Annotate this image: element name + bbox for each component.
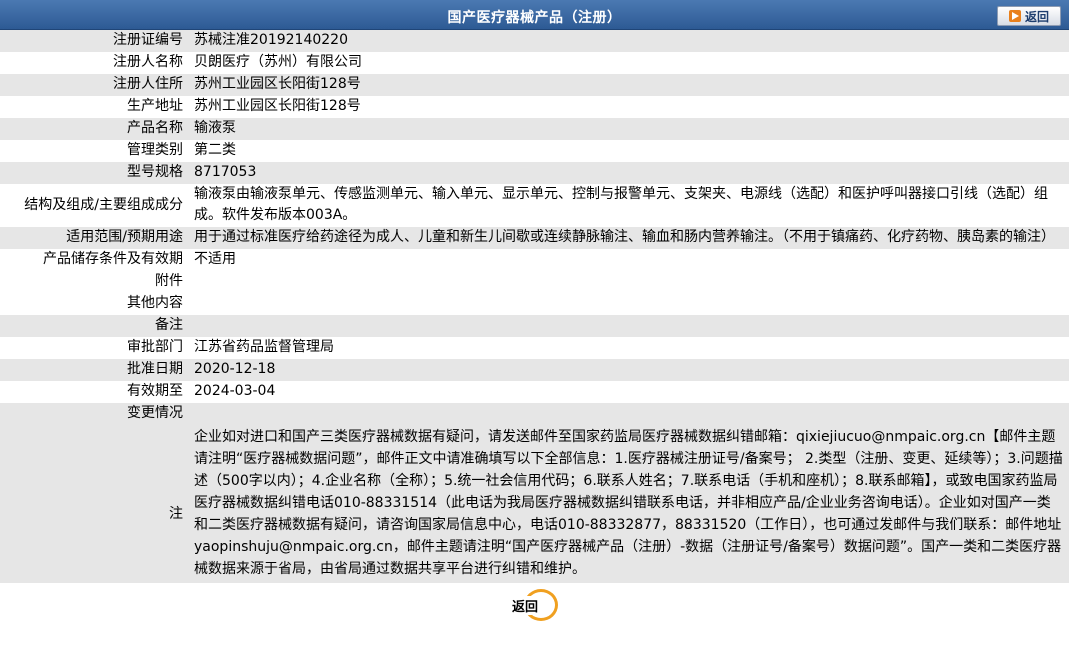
field-value [189, 315, 1069, 337]
field-value: 苏州工业园区长阳街128号 [189, 96, 1069, 118]
notice-label: 注 [169, 506, 183, 522]
field-value: 8717053 [189, 162, 1069, 184]
field-label: 产品储存条件及有效期 [0, 249, 189, 271]
table-row: 审批部门 江苏省药品监督管理局 [0, 337, 1069, 359]
field-value: 用于通过标准医疗给药途径为成人、儿童和新生儿间歇或连续静脉输注、输血和肠内营养输… [189, 227, 1069, 249]
field-value [189, 293, 1069, 315]
field-label: 有效期至 [0, 381, 189, 403]
field-label: 结构及组成/主要组成成分 [0, 184, 189, 227]
table-row: 注册证编号 苏械注准20192140220 [0, 30, 1069, 52]
field-label: 变更情况 [127, 405, 183, 421]
field-value [189, 271, 1069, 293]
detail-page: 国产医疗器械产品（注册） 返回 注册证编号 苏械注准20192140220 注册… [0, 0, 1069, 627]
field-value: 输液泵 [189, 118, 1069, 140]
footer: 返回 [0, 583, 1069, 627]
field-label: 备注 [0, 315, 189, 337]
back-button-bottom[interactable]: 返回 [506, 589, 562, 621]
table-row: 结构及组成/主要组成成分 输液泵由输液泵单元、传感监测单元、输入单元、显示单元、… [0, 184, 1069, 227]
field-label: 管理类别 [0, 140, 189, 162]
table-row: 备注 [0, 315, 1069, 337]
table-row: 产品名称 输液泵 [0, 118, 1069, 140]
notice-text: 企业如对进口和国产三类医疗器械数据有疑问，请发送邮件至国家药监局医疗器械数据纠错… [194, 429, 1063, 577]
table-row: 批准日期 2020-12-18 [0, 359, 1069, 381]
table-row: 适用范围/预期用途 用于通过标准医疗给药途径为成人、儿童和新生儿间歇或连续静脉输… [0, 227, 1069, 249]
field-label: 批准日期 [0, 359, 189, 381]
field-value: 2020-12-18 [189, 359, 1069, 381]
field-value: 贝朗医疗（苏州）有限公司 [189, 52, 1069, 74]
field-label: 产品名称 [0, 118, 189, 140]
field-label: 审批部门 [0, 337, 189, 359]
field-label: 注册人名称 [0, 52, 189, 74]
table-row: 生产地址 苏州工业园区长阳街128号 [0, 96, 1069, 118]
table-row: 其他内容 [0, 293, 1069, 315]
field-label: 其他内容 [0, 293, 189, 315]
arrow-right-icon [1008, 10, 1021, 22]
field-label: 附件 [0, 271, 189, 293]
table-row: 附件 [0, 271, 1069, 293]
title-bar: 国产医疗器械产品（注册） 返回 [0, 0, 1069, 30]
table-row: 型号规格 8717053 [0, 162, 1069, 184]
table-row: 注册人名称 贝朗医疗（苏州）有限公司 [0, 52, 1069, 74]
field-label: 注册证编号 [0, 30, 189, 52]
field-value: 2024-03-04 [189, 381, 1069, 403]
field-value: 苏械注准20192140220 [189, 30, 1069, 52]
back-button-top[interactable]: 返回 [997, 6, 1061, 26]
back-button-top-label: 返回 [1024, 9, 1049, 24]
field-value: 苏州工业园区长阳街128号 [189, 74, 1069, 96]
page-title: 国产医疗器械产品（注册） [447, 10, 622, 26]
table-row: 管理类别 第二类 [0, 140, 1069, 162]
field-label: 型号规格 [0, 162, 189, 184]
notice-row: 变更情况 注 企业如对进口和国产三类医疗器械数据有疑问，请发送邮件至国家药监局医… [0, 403, 1069, 583]
field-value: 江苏省药品监督管理局 [189, 337, 1069, 359]
detail-table: 注册证编号 苏械注准20192140220 注册人名称 贝朗医疗（苏州）有限公司… [0, 30, 1069, 583]
table-row: 注册人住所 苏州工业园区长阳街128号 [0, 74, 1069, 96]
field-value: 输液泵由输液泵单元、传感监测单元、输入单元、显示单元、控制与报警单元、支架夹、电… [189, 184, 1069, 227]
back-button-bottom-label: 返回 [510, 595, 541, 615]
field-label: 注册人住所 [0, 74, 189, 96]
table-row: 有效期至 2024-03-04 [0, 381, 1069, 403]
field-label: 生产地址 [0, 96, 189, 118]
field-value: 第二类 [189, 140, 1069, 162]
field-label: 适用范围/预期用途 [0, 227, 189, 249]
table-row: 产品储存条件及有效期 不适用 [0, 249, 1069, 271]
field-value: 不适用 [189, 249, 1069, 271]
